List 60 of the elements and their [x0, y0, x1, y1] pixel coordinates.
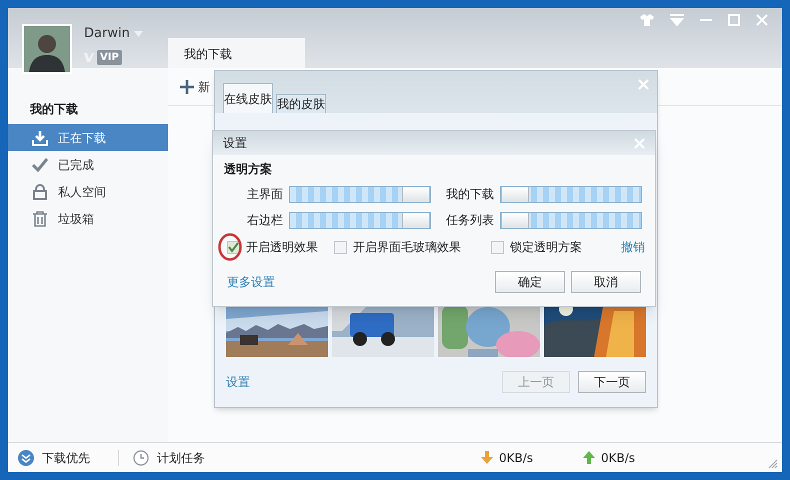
option-label[interactable]: 锁定透明方案	[510, 238, 582, 256]
dropdown-caret-icon[interactable]	[134, 30, 143, 37]
transparency-slider[interactable]	[289, 212, 431, 228]
undo-link[interactable]: 撤销	[621, 238, 645, 256]
page-button[interactable]: 下一页	[578, 371, 646, 393]
close-icon[interactable]	[638, 79, 649, 90]
clock-icon[interactable]	[133, 450, 149, 466]
double-chevron-icon[interactable]	[18, 450, 34, 466]
sidebar-item[interactable]: 私人空间	[8, 178, 168, 205]
resize-grip-icon[interactable]	[768, 459, 778, 469]
more-settings-link[interactable]: 更多设置	[227, 273, 275, 291]
dialog-title: 设置	[223, 135, 247, 152]
sidebar-heading: 我的下载	[28, 101, 79, 118]
checkbox[interactable]	[334, 240, 347, 254]
annotation-circle	[218, 233, 242, 261]
slider-label: 任务列表	[445, 212, 494, 229]
lock-icon	[32, 184, 48, 200]
section-heading: 透明方案	[223, 161, 273, 178]
maximize-icon[interactable]	[728, 14, 740, 26]
checkmark-icon	[32, 156, 48, 172]
checkbox[interactable]	[491, 240, 504, 254]
sidebar-item[interactable]: 正在下载	[8, 124, 168, 151]
trash-icon	[32, 210, 48, 226]
skin-tab[interactable]: 我的皮肤	[276, 94, 326, 113]
slider-thumb[interactable]	[501, 186, 529, 202]
up-arrow-icon	[583, 451, 596, 464]
slider-label: 我的下载	[445, 186, 494, 203]
slider-thumb[interactable]	[402, 212, 430, 228]
download-icon	[32, 130, 48, 146]
close-icon[interactable]	[756, 14, 768, 26]
settings-link[interactable]: 设置	[226, 373, 250, 391]
sidebar-item[interactable]: 已完成	[8, 151, 168, 178]
dialog-button[interactable]: 确定	[495, 271, 565, 293]
transparency-slider[interactable]	[289, 186, 431, 202]
menu-icon[interactable]	[670, 14, 684, 26]
slider-label: 右边栏	[246, 212, 283, 229]
slider-thumb[interactable]	[501, 212, 529, 228]
transparency-slider[interactable]	[500, 212, 642, 228]
option-label[interactable]: 开启界面毛玻璃效果	[353, 238, 461, 256]
new-task-label[interactable]: 新	[198, 78, 210, 96]
slider-label: 主界面	[246, 186, 283, 203]
upload-speed: 0KB/s	[601, 450, 636, 466]
schedule-label[interactable]: 计划任务	[157, 448, 205, 466]
plus-icon[interactable]	[180, 80, 194, 94]
sidebar-item[interactable]: 垃圾箱	[8, 205, 168, 232]
user-name[interactable]: Darwin	[84, 24, 130, 44]
skin-shirt-icon[interactable]	[640, 14, 654, 26]
option-label[interactable]: 开启透明效果	[246, 238, 318, 256]
checkbox[interactable]	[227, 240, 240, 254]
down-arrow-icon	[481, 451, 493, 464]
tab[interactable]: 我的下载	[168, 38, 305, 68]
vip-badge: VIP	[97, 50, 122, 64]
dialog-button[interactable]: 取消	[571, 271, 641, 293]
slider-thumb[interactable]	[402, 186, 430, 202]
download-speed: 0KB/s	[499, 450, 534, 466]
close-icon[interactable]	[634, 138, 645, 148]
skin-tab[interactable]: 在线皮肤	[223, 83, 273, 113]
transparency-slider[interactable]	[500, 186, 642, 202]
vip-v-icon	[84, 52, 94, 62]
priority-label[interactable]: 下载优先	[42, 448, 90, 466]
